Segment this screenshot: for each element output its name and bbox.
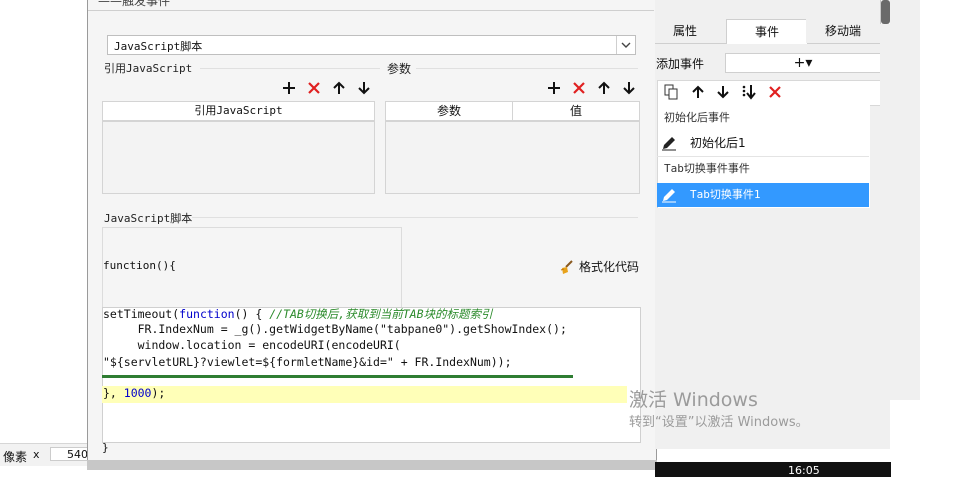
delete-x-icon: [308, 82, 320, 94]
delete-param-button[interactable]: [570, 79, 588, 97]
arrow-down-icon: [358, 82, 370, 95]
canvas-background: [0, 0, 88, 477]
delete-x-icon: [769, 86, 781, 98]
event-item-label: 初始化后1: [690, 136, 746, 150]
function-close-text: }: [102, 441, 109, 454]
add-ref-button[interactable]: [280, 79, 298, 97]
plus-icon: [548, 82, 560, 94]
params-section-label: 参数: [387, 62, 412, 76]
format-code-button[interactable]: 格式化代码: [559, 258, 639, 275]
copy-icon: [664, 84, 678, 100]
move-to-bottom-icon: [742, 85, 756, 100]
zoom-status-bar: 像素 x 540: [0, 443, 100, 466]
event-item-label: Tab切换事件1: [690, 188, 761, 201]
move-up-ref-button[interactable]: [330, 79, 348, 97]
code-error-underline: [102, 375, 573, 378]
section-divider: [416, 68, 638, 69]
delete-event-button[interactable]: [766, 83, 784, 101]
arrow-up-icon: [598, 81, 610, 94]
script-type-value: JavaScript脚本: [114, 40, 203, 53]
activate-windows-subtitle: 转到“设置”以激活 Windows。: [629, 415, 809, 430]
move-bottom-event-button[interactable]: [740, 83, 758, 101]
move-down-event-button[interactable]: [714, 83, 732, 101]
dialog-footer: [87, 460, 657, 470]
dialog-title-strip: ——触发事件: [88, 0, 654, 11]
delete-x-icon: [573, 82, 585, 94]
plus-icon: [283, 82, 295, 94]
broom-icon: [560, 259, 573, 274]
pencil-icon: [661, 187, 677, 211]
event-item-selected[interactable]: Tab切换事件1: [657, 183, 869, 207]
format-code-label: 格式化代码: [579, 260, 640, 274]
taskbar: 16:05: [655, 462, 891, 477]
code-line-1: setTimeout(function() { //TAB切换后,获取到当前TA…: [103, 307, 493, 321]
arrow-down-icon: [717, 86, 729, 99]
code-line-3: window.location = encodeURI(encodeURI(: [103, 338, 401, 352]
right-scrollbar-thumb[interactable]: [881, 0, 890, 24]
dialog-title: ——触发事件: [98, 0, 171, 8]
move-up-event-button[interactable]: [689, 83, 707, 101]
ref-js-table-header: 引用JavaScript: [103, 102, 374, 122]
script-type-select[interactable]: JavaScript脚本: [107, 35, 636, 55]
tab-mobile[interactable]: 移动端: [806, 19, 880, 43]
current-line-highlight: [102, 386, 627, 403]
outer-panel-edge: [890, 0, 920, 400]
unit-label: 像素: [3, 450, 28, 464]
chevron-down-icon[interactable]: [616, 36, 635, 54]
add-event-label: 添加事件: [656, 57, 705, 71]
move-down-param-button[interactable]: [620, 79, 638, 97]
event-group-header: Tab切换事件事件: [664, 162, 750, 175]
ref-js-column-header[interactable]: 引用JavaScript: [103, 102, 374, 120]
taskbar-clock: 16:05: [788, 464, 820, 477]
code-line-2: FR.IndexNum = _g().getWidgetByName("tabp…: [103, 322, 567, 336]
arrow-up-icon: [692, 85, 704, 98]
js-script-section-label: JavaScript脚本: [104, 212, 193, 225]
code-line-5: }, 1000);: [103, 386, 166, 400]
ref-js-table[interactable]: 引用JavaScript: [102, 101, 375, 194]
move-up-param-button[interactable]: [595, 79, 613, 97]
right-scrollbar-track[interactable]: [880, 24, 890, 449]
event-item[interactable]: 初始化后1: [657, 131, 869, 155]
event-group-header: 初始化后事件: [664, 111, 730, 124]
param-column-header[interactable]: 参数: [386, 102, 513, 120]
add-param-button[interactable]: [545, 79, 563, 97]
copy-event-button[interactable]: [662, 83, 680, 101]
section-divider: [200, 68, 380, 69]
function-open-text: function(){: [103, 259, 176, 272]
params-table-header: 参数 值: [386, 102, 639, 122]
arrow-down-icon: [623, 82, 635, 95]
value-column-header[interactable]: 值: [513, 102, 639, 120]
arrow-up-icon: [333, 81, 345, 94]
ref-js-section-label: 引用JavaScript: [104, 62, 193, 75]
add-event-button[interactable]: +▾: [725, 53, 881, 73]
delete-ref-button[interactable]: [305, 79, 323, 97]
activate-windows-title: 激活 Windows: [629, 389, 758, 411]
unit-close-button[interactable]: x: [33, 448, 40, 461]
section-divider: [192, 217, 638, 218]
code-line-4: "${servletURL}?viewlet=${formletName}&id…: [103, 355, 512, 369]
tab-events[interactable]: 事件: [726, 19, 808, 44]
tab-properties[interactable]: 属性: [655, 19, 715, 43]
move-down-ref-button[interactable]: [355, 79, 373, 97]
params-table[interactable]: 参数 值: [385, 101, 640, 194]
